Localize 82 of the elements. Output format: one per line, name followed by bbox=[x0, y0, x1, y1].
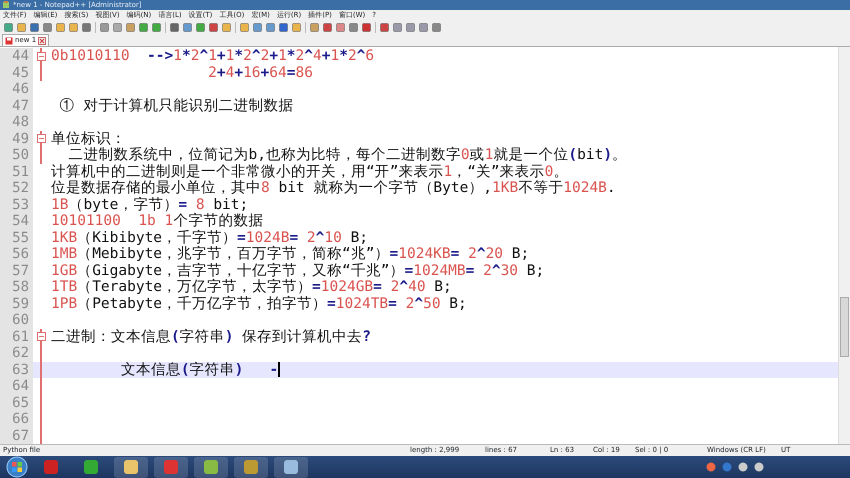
toolbar-icon[interactable] bbox=[418, 22, 429, 33]
line-number: 55 bbox=[0, 230, 33, 246]
toolbar-icon[interactable] bbox=[221, 22, 232, 33]
toolbar-icon[interactable] bbox=[392, 22, 403, 33]
fold-toggle-icon[interactable] bbox=[36, 52, 46, 61]
line-number: 60 bbox=[0, 312, 33, 328]
line-number: 53 bbox=[0, 196, 33, 213]
toolbar-icon[interactable] bbox=[29, 22, 40, 33]
toolbar-icon[interactable] bbox=[239, 22, 250, 33]
line-number: 67 bbox=[0, 428, 33, 444]
line-number: 61 bbox=[0, 328, 33, 345]
toolbar-icon[interactable] bbox=[125, 22, 136, 33]
line-number: 52 bbox=[0, 180, 33, 196]
toolbar-icon[interactable] bbox=[42, 22, 53, 33]
toolbar-icon[interactable] bbox=[138, 22, 149, 33]
toolbar-icon[interactable] bbox=[252, 22, 263, 33]
code-line: 2+4+16+64=86 bbox=[207, 64, 313, 81]
line-number: 66 bbox=[0, 411, 33, 428]
line-number: 49 bbox=[0, 130, 33, 147]
line-number: 54 bbox=[0, 213, 33, 230]
code-line: 1KB（Kibibyte，千字节）=1024B= 2^10 B; bbox=[50, 230, 368, 246]
toolbar-icon[interactable] bbox=[309, 22, 320, 33]
toolbar-icon[interactable] bbox=[55, 22, 66, 33]
toolbar-icon[interactable] bbox=[182, 22, 193, 33]
toolbar-icon[interactable] bbox=[265, 22, 276, 33]
code-line: 1PB（Petabyte，千万亿字节，拍字节）=1024TB= 2^50 B; bbox=[50, 296, 467, 312]
toolbar-icon[interactable] bbox=[361, 22, 372, 33]
taskbar-app-icon[interactable] bbox=[114, 456, 148, 478]
line-number: 44 bbox=[0, 48, 33, 64]
line-number: 46 bbox=[0, 81, 33, 98]
toolbar-icon[interactable] bbox=[348, 22, 359, 33]
toolbar-icon[interactable] bbox=[431, 22, 442, 33]
code-line: 10101100 1b 1个字节的数据 bbox=[50, 213, 264, 230]
code-line: 0b1010110 -->1*2^1+1*2^2+1*2^4+1*2^6 bbox=[50, 48, 374, 64]
line-number: 45 bbox=[0, 64, 33, 81]
toolbar-icon[interactable] bbox=[112, 22, 123, 33]
toolbar-icon[interactable] bbox=[99, 22, 110, 33]
code-line: 1MB（Mebibyte，兆字节，百万字节，简称“兆”）=1024KB= 2^20 B; bbox=[50, 246, 530, 262]
toolbar-icon[interactable] bbox=[208, 22, 219, 33]
toolbar-icon[interactable] bbox=[278, 22, 289, 33]
text-cursor bbox=[278, 362, 280, 378]
line-number: 58 bbox=[0, 279, 33, 296]
line-number: 50 bbox=[0, 147, 33, 164]
toolbar-icon[interactable] bbox=[379, 22, 390, 33]
code-line: 文本信息(字符串) - bbox=[120, 362, 278, 378]
line-number: 48 bbox=[0, 114, 33, 130]
line-number: 57 bbox=[0, 262, 33, 279]
code-line: 计算机中的二进制则是一个非常微小的开关，用“开”来表示1，“关”来表示0。 bbox=[50, 164, 568, 180]
code-line: 单位标识： bbox=[50, 130, 126, 147]
code-line: 1GB（Gigabyte，吉字节，十亿字节，又称“千兆”）=1024MB= 2^30 B; bbox=[50, 262, 544, 278]
toolbar-icon[interactable] bbox=[151, 22, 162, 33]
taskbar-app-icon[interactable] bbox=[234, 456, 268, 478]
toolbar-icon[interactable] bbox=[169, 22, 180, 33]
toolbar-icon[interactable] bbox=[291, 22, 302, 33]
line-number: 51 bbox=[0, 164, 33, 180]
line-number: 65 bbox=[0, 394, 33, 411]
toolbar-icon[interactable] bbox=[81, 22, 92, 33]
code-line: 二进制数系统中，位简记为b,也称为比特，每个二进制数字0或1就是一个位(bit)。 bbox=[67, 147, 628, 164]
app-icon bbox=[2, 1, 10, 9]
toolbar-icon[interactable] bbox=[68, 22, 79, 33]
taskbar-app-icon[interactable] bbox=[274, 456, 308, 478]
toolbar-icon[interactable] bbox=[195, 22, 206, 33]
close-icon[interactable] bbox=[38, 36, 46, 44]
line-number: 63 bbox=[0, 362, 33, 378]
line-number: 62 bbox=[0, 345, 33, 362]
vertical-scrollbar[interactable] bbox=[838, 47, 850, 444]
toolbar-icon[interactable] bbox=[3, 22, 14, 33]
code-line: 二进制：文本信息(字符串) 保存到计算机中去? bbox=[50, 328, 371, 345]
toolbar-icon[interactable] bbox=[16, 22, 27, 33]
toolbar-icon[interactable] bbox=[405, 22, 416, 33]
toolbar-icon[interactable] bbox=[322, 22, 333, 33]
code-line: 位是数据存储的最小单位，其中8 bit 就称为一个字节（Byte）,1KB不等于1024B. bbox=[50, 180, 616, 196]
start-button[interactable] bbox=[6, 456, 28, 478]
line-number: 64 bbox=[0, 378, 33, 394]
taskbar-app-icon[interactable] bbox=[194, 456, 228, 478]
code-line: 1B（byte，字节）= 8 bit; bbox=[50, 196, 248, 212]
line-number: 56 bbox=[0, 246, 33, 262]
toolbar-icon[interactable] bbox=[335, 22, 346, 33]
code-line: ① 对于计算机只能识别二进制数据 bbox=[58, 98, 294, 114]
line-number: 47 bbox=[0, 98, 33, 114]
code-line: 1TB（Terabyte，万亿字节，太字节）=1024GB= 2^40 B; bbox=[50, 279, 452, 296]
line-number: 59 bbox=[0, 296, 33, 312]
